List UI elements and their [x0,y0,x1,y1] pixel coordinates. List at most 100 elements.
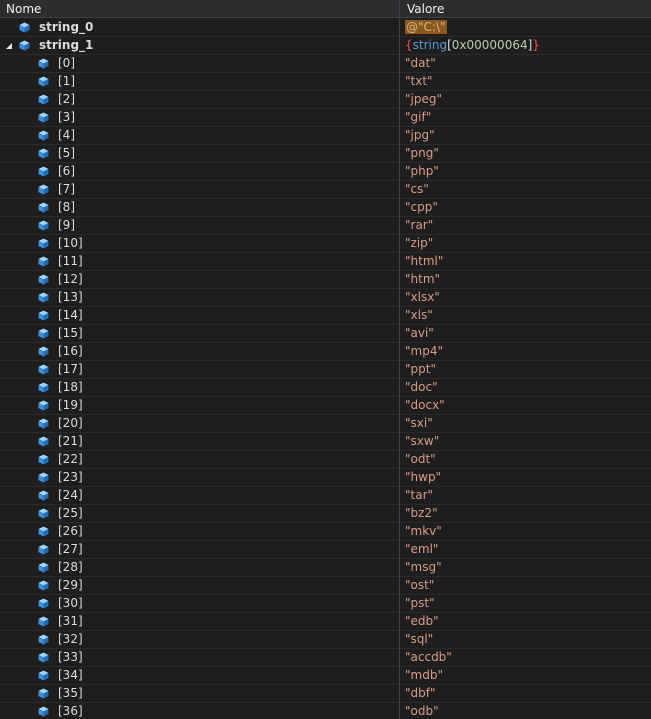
value-cell[interactable]: "accdb" [401,649,651,666]
column-divider [399,523,400,541]
array-item-row[interactable]: [10] "zip" [0,235,651,253]
item-index: [14] [58,308,83,322]
name-cell: [3] [0,109,399,126]
value-cell[interactable]: "hwp" [401,469,651,486]
value-cell[interactable]: "cs" [401,181,651,198]
array-item-row[interactable]: [6] "php" [0,163,651,181]
value-cell[interactable]: "mdb" [401,667,651,684]
value-cell[interactable]: "bz2" [401,505,651,522]
value-cell[interactable]: "ost" [401,577,651,594]
value-cell[interactable]: "dat" [401,55,651,72]
array-item-row[interactable]: [23] "hwp" [0,469,651,487]
value-cell[interactable]: {string[0x00000064]} [401,37,651,54]
array-item-row[interactable]: [31] "edb" [0,613,651,631]
value-cell[interactable]: "avi" [401,325,651,342]
array-item-row[interactable]: [17] "ppt" [0,361,651,379]
value-cell[interactable]: "msg" [401,559,651,576]
variable-row-string-0[interactable]: string_0 @"C:\" [0,19,651,37]
array-item-row[interactable]: [16] "mp4" [0,343,651,361]
value-cell[interactable]: "doc" [401,379,651,396]
value-cell[interactable]: "mp4" [401,343,651,360]
value-cell[interactable]: "zip" [401,235,651,252]
value-cell[interactable]: "rar" [401,217,651,234]
value-cell[interactable]: "png" [401,145,651,162]
array-item-row[interactable]: [21] "sxw" [0,433,651,451]
array-item-row[interactable]: [19] "docx" [0,397,651,415]
array-item-row[interactable]: [30] "pst" [0,595,651,613]
name-column-header[interactable]: Nome [0,0,406,18]
array-item-row[interactable]: [28] "msg" [0,559,651,577]
array-item-row[interactable]: [32] "sql" [0,631,651,649]
value-cell[interactable]: @"C:\" [401,19,651,36]
column-divider[interactable] [399,0,400,18]
array-item-row[interactable]: [11] "html" [0,253,651,271]
value-column-header[interactable]: Valore [401,0,651,18]
value-cell[interactable]: "xls" [401,307,651,324]
value-cell[interactable]: "ppt" [401,361,651,378]
column-divider [399,433,400,451]
value-cell[interactable]: "eml" [401,541,651,558]
value-cell[interactable]: "odb" [401,703,651,719]
value-cell[interactable]: "txt" [401,73,651,90]
field-cube-icon [38,400,49,411]
value-cell[interactable]: "docx" [401,397,651,414]
array-item-row[interactable]: [29] "ost" [0,577,651,595]
array-item-row[interactable]: [13] "xlsx" [0,289,651,307]
value-cell[interactable]: "sxi" [401,415,651,432]
array-item-row[interactable]: [18] "doc" [0,379,651,397]
value-cell[interactable]: "htm" [401,271,651,288]
item-value: "edb" [405,614,439,628]
array-item-row[interactable]: [14] "xls" [0,307,651,325]
array-item-row[interactable]: [7] "cs" [0,181,651,199]
variable-row-string-1[interactable]: string_1 {string[0x00000064]} [0,37,651,55]
value-cell[interactable]: "edb" [401,613,651,630]
array-item-row[interactable]: [34] "mdb" [0,667,651,685]
array-item-row[interactable]: [4] "jpg" [0,127,651,145]
field-cube-icon [38,292,49,303]
value-cell[interactable]: "sql" [401,631,651,648]
value-cell[interactable]: "xlsx" [401,289,651,306]
array-item-row[interactable]: [9] "rar" [0,217,651,235]
array-item-row[interactable]: [24] "tar" [0,487,651,505]
array-item-row[interactable]: [12] "htm" [0,271,651,289]
value-cell[interactable]: "cpp" [401,199,651,216]
value-cell[interactable]: "mkv" [401,523,651,540]
array-item-row[interactable]: [25] "bz2" [0,505,651,523]
array-item-row[interactable]: [20] "sxi" [0,415,651,433]
field-cube-icon [38,58,49,69]
array-item-row[interactable]: [36] "odb" [0,703,651,719]
value-cell[interactable]: "gif" [401,109,651,126]
value-cell[interactable]: "html" [401,253,651,270]
close-brace: } [532,38,540,52]
array-item-row[interactable]: [8] "cpp" [0,199,651,217]
item-value: "gif" [405,110,432,124]
name-cell: [25] [0,505,399,522]
value-cell[interactable]: "jpg" [401,127,651,144]
value-cell[interactable]: "odt" [401,451,651,468]
value-cell[interactable]: "sxw" [401,433,651,450]
item-index: [6] [58,164,75,178]
expander-open-icon[interactable] [5,42,13,50]
item-index: [20] [58,416,83,430]
array-item-row[interactable]: [22] "odt" [0,451,651,469]
array-item-row[interactable]: [15] "avi" [0,325,651,343]
column-divider [399,487,400,505]
name-cell: [27] [0,541,399,558]
field-cube-icon [38,274,49,285]
array-item-row[interactable]: [33] "accdb" [0,649,651,667]
value-cell[interactable]: "jpeg" [401,91,651,108]
array-item-row[interactable]: [5] "png" [0,145,651,163]
array-item-row[interactable]: [2] "jpeg" [0,91,651,109]
column-divider [399,631,400,649]
value-cell[interactable]: "dbf" [401,685,651,702]
array-item-row[interactable]: [35] "dbf" [0,685,651,703]
array-item-row[interactable]: [3] "gif" [0,109,651,127]
array-item-row[interactable]: [26] "mkv" [0,523,651,541]
array-item-row[interactable]: [0] "dat" [0,55,651,73]
name-cell: [10] [0,235,399,252]
value-cell[interactable]: "php" [401,163,651,180]
value-cell[interactable]: "tar" [401,487,651,504]
value-cell[interactable]: "pst" [401,595,651,612]
array-item-row[interactable]: [1] "txt" [0,73,651,91]
array-item-row[interactable]: [27] "eml" [0,541,651,559]
